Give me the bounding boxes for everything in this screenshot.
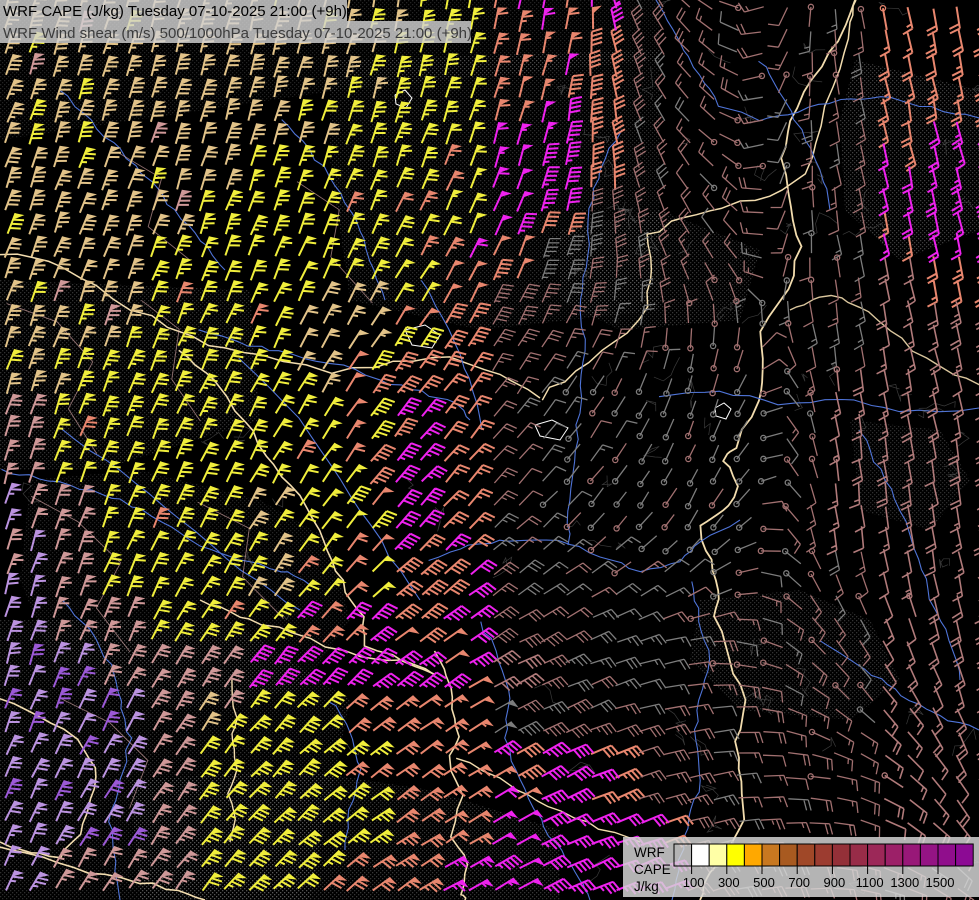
svg-text:900: 900: [824, 875, 846, 890]
svg-text:300: 300: [718, 875, 740, 890]
svg-text:WRF CAPE (J/kg) Tuesday 07-10-: WRF CAPE (J/kg) Tuesday 07-10-2025 21:00…: [3, 3, 347, 20]
svg-text:1100: 1100: [856, 875, 884, 890]
svg-text:700: 700: [788, 875, 810, 890]
svg-text:500: 500: [753, 875, 775, 890]
svg-text:1300: 1300: [890, 875, 919, 890]
svg-text:WRF: WRF: [634, 845, 665, 860]
svg-text:CAPE: CAPE: [634, 862, 671, 877]
svg-text:WRF Wind shear (m/s) 500/1000h: WRF Wind shear (m/s) 500/1000hPa Tuesday…: [3, 25, 472, 42]
svg-text:1500: 1500: [926, 875, 955, 890]
svg-text:J/kg: J/kg: [634, 879, 659, 894]
svg-text:100: 100: [683, 875, 705, 890]
